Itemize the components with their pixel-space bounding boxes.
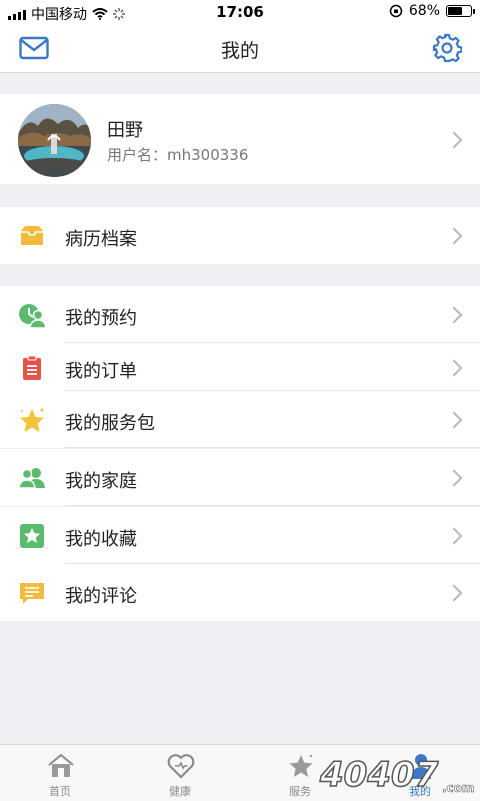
appointment-icon: [19, 304, 46, 328]
list-item-label: 病历档案: [65, 229, 137, 250]
status-bar: 中国移动 17:06 68%: [0, 0, 480, 24]
profile-username: 用户名：mh300336: [107, 146, 249, 164]
tab-profile[interactable]: 我的: [360, 745, 480, 801]
chevron-right-icon: [445, 359, 463, 377]
list-item-comments[interactable]: 我的评论: [0, 564, 480, 621]
list-item-label: 我的预约: [65, 308, 137, 329]
nav-bar: 我的: [0, 24, 480, 73]
star-icon: [289, 754, 313, 777]
comment-icon: [20, 583, 44, 604]
home-icon: [48, 753, 74, 777]
chevron-right-icon: [445, 527, 463, 545]
battery-icon: [446, 5, 475, 17]
tab-label: 服务: [289, 785, 311, 798]
list-item-orders[interactable]: 我的订单: [0, 343, 480, 391]
avatar[interactable]: [18, 104, 91, 177]
divider: [65, 505, 480, 506]
tab-label: 首页: [49, 785, 71, 798]
status-right: 68%: [389, 3, 475, 19]
chevron-right-icon: [445, 131, 463, 149]
battery-percent: 68%: [408, 3, 440, 19]
chevron-right-icon: [445, 306, 463, 324]
list-item-label: 我的家庭: [65, 471, 137, 492]
profile-name: 田野: [107, 120, 143, 141]
chevron-right-icon: [445, 227, 463, 245]
tab-label: 我的: [409, 785, 431, 798]
chevron-right-icon: [445, 584, 463, 602]
page-title: 我的: [220, 40, 259, 62]
list-item-label: 我的评论: [65, 586, 137, 607]
person-icon: [411, 754, 431, 779]
list-item-label: 我的收藏: [65, 529, 137, 550]
list-item-family[interactable]: 我的家庭: [0, 449, 480, 506]
favorite-icon: [20, 524, 44, 548]
divider: [65, 447, 480, 448]
battery-fill: [448, 7, 462, 15]
chevron-right-icon: [445, 469, 463, 487]
tab-home[interactable]: 首页: [0, 745, 120, 801]
list-item-favorites[interactable]: 我的收藏: [0, 507, 480, 564]
gear-icon[interactable]: [432, 33, 462, 63]
clipboard-icon: [23, 355, 41, 380]
list-item-label: 我的订单: [65, 361, 137, 382]
tab-health[interactable]: 健康: [120, 745, 240, 801]
avatar-photo: [18, 104, 91, 177]
chevron-right-icon: [445, 411, 463, 429]
profile-card[interactable]: 田野 用户名：mh300336: [0, 94, 480, 184]
list-item-service-package[interactable]: 我的服务包: [0, 391, 480, 448]
tab-services[interactable]: 服务: [240, 745, 360, 801]
rotation-lock-icon: [389, 4, 403, 18]
folder-icon: [21, 226, 43, 245]
star-icon: [20, 408, 44, 432]
list-item-appointments[interactable]: 我的预约: [0, 286, 480, 343]
heart-icon: [167, 754, 195, 779]
tab-bar: 首页 健康 服务 我的: [0, 744, 480, 801]
list-item-records[interactable]: 病历档案: [0, 207, 480, 264]
tab-label: 健康: [169, 785, 191, 798]
list-item-label: 我的服务包: [65, 413, 155, 434]
family-icon: [18, 468, 45, 489]
